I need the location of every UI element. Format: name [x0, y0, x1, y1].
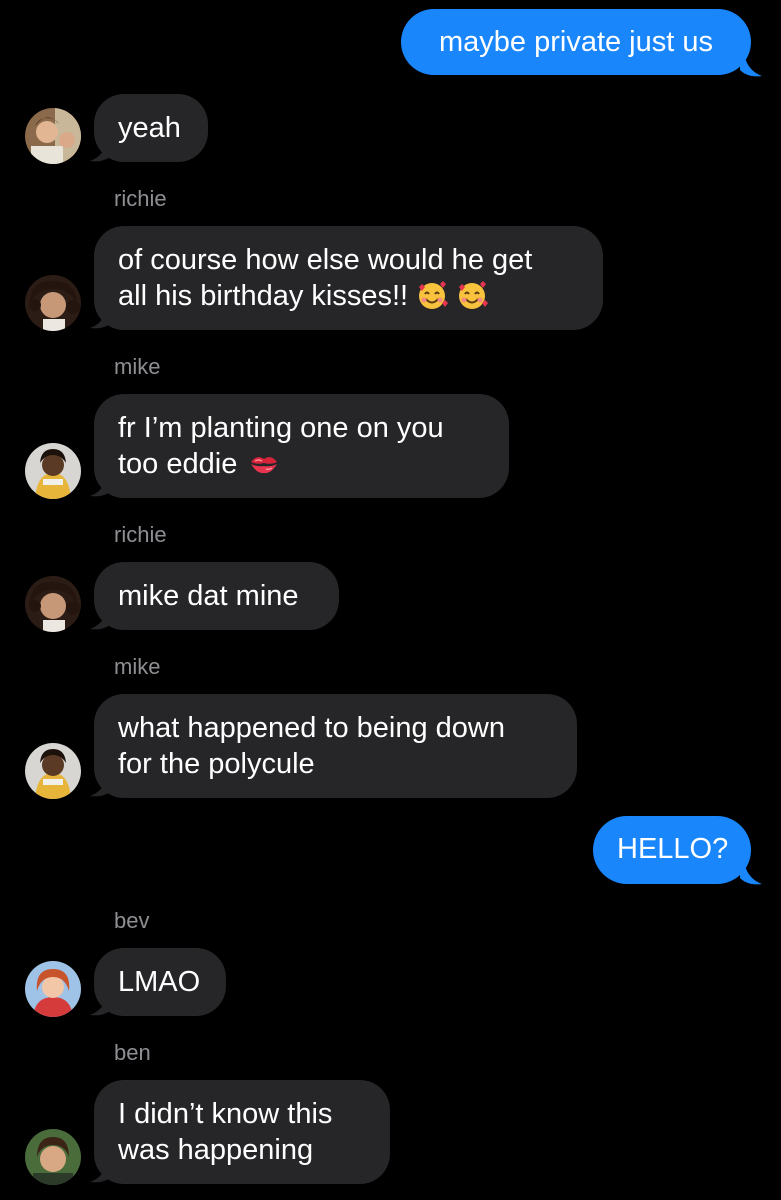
message-text: yeah	[118, 112, 181, 144]
message-text: of course how else would he get	[118, 244, 533, 276]
message-text: all his birthday kisses!!	[118, 280, 409, 312]
received-message-bubble[interactable]: I didn’t know this was happening	[94, 1080, 390, 1184]
bubble-tail	[90, 605, 112, 630]
bubble-tail	[90, 137, 112, 162]
sender-name: richie	[114, 522, 167, 547]
sent-message-bubble[interactable]: maybe private just us	[401, 9, 751, 75]
bubble-tail	[90, 1158, 112, 1183]
message-text: for the polycule	[118, 748, 315, 780]
received-message-bubble[interactable]: fr I’m planting one on you too eddie	[94, 394, 509, 498]
bubble-tail	[740, 860, 762, 885]
message-text: LMAO	[118, 966, 201, 998]
avatar-photo-1[interactable]	[25, 108, 81, 164]
message-text: too eddie	[118, 448, 238, 480]
sender-name: ben	[114, 1040, 151, 1065]
received-message-bubble[interactable]: of course how else would he get all his …	[94, 226, 603, 330]
avatar-richie[interactable]	[25, 275, 81, 331]
sender-name: richie	[114, 186, 167, 211]
bubble-tail	[90, 772, 112, 797]
message-text: maybe private just us	[438, 26, 713, 58]
kiss-mark-emoji	[249, 449, 279, 485]
avatar-mike[interactable]	[25, 443, 81, 499]
message-text: what happened to being down	[118, 712, 505, 744]
message-text: was happening	[118, 1134, 314, 1166]
avatar-ben[interactable]	[25, 1129, 81, 1185]
message-text: mike dat mine	[118, 580, 299, 612]
received-message-bubble[interactable]: mike dat mine	[94, 562, 339, 630]
avatar-mike[interactable]	[25, 743, 81, 799]
received-message-bubble[interactable]: LMAO	[94, 948, 226, 1016]
avatar-bev[interactable]	[25, 961, 81, 1017]
bubble-tail	[740, 52, 762, 77]
smiling-face-with-hearts-emoji	[456, 279, 489, 320]
sender-name: bev	[114, 908, 150, 933]
bubble-tail	[90, 304, 112, 329]
bubble-tail	[90, 472, 112, 497]
sender-name: mike	[114, 654, 161, 679]
smiling-face-with-hearts-emoji	[416, 279, 449, 320]
message-text: I didn’t know this	[118, 1098, 333, 1130]
message-text: fr I’m planting one on you	[118, 412, 444, 444]
sent-message-bubble[interactable]: HELLO?	[593, 816, 751, 884]
avatar-richie[interactable]	[25, 576, 81, 632]
received-message-bubble[interactable]: what happened to being down for the poly…	[94, 694, 577, 798]
sender-name: mike	[114, 354, 161, 379]
bubble-tail	[90, 991, 112, 1016]
message-text: HELLO?	[617, 833, 729, 865]
